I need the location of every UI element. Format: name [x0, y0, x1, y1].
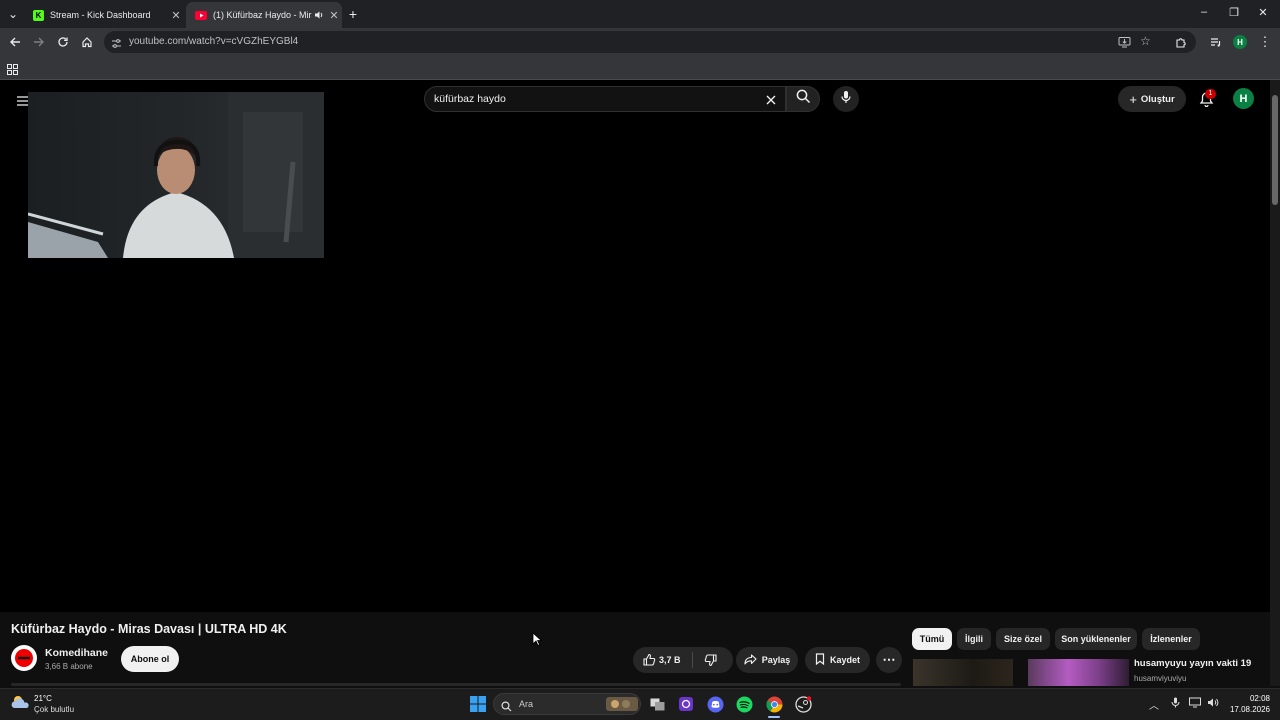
chrome-icon[interactable]	[764, 694, 784, 714]
video-title: Küfürbaz Haydo - Miras Davası | ULTRA HD…	[11, 622, 287, 636]
channel-avatar[interactable]	[11, 645, 37, 671]
description-box-edge[interactable]	[11, 683, 901, 686]
more-horizontal-icon: ⋯	[882, 652, 896, 667]
save-button[interactable]: Kaydet	[805, 647, 870, 673]
install-app-icon[interactable]	[1118, 35, 1131, 53]
bookmarks-bar	[0, 56, 1280, 80]
dislike-icon[interactable]	[704, 654, 717, 669]
active-app-indicator	[768, 716, 780, 718]
chip-for-you[interactable]: Size özel	[996, 628, 1050, 650]
url-text: youtube.com/watch?v=cVGZhEYGBl4	[129, 36, 299, 47]
browser-tab-bar: ⌄ K Stream - Kick Dashboard ✕ (1) Küfürb…	[0, 0, 1280, 28]
like-dislike-group: 3,7 B	[633, 647, 733, 673]
subscribe-button[interactable]: Abone ol	[121, 646, 179, 672]
chip-watched[interactable]: İzlenenler	[1142, 628, 1200, 650]
clock-date[interactable]: 17.08.2026	[1224, 705, 1270, 714]
microphone-icon	[840, 90, 852, 109]
voice-search-button[interactable]	[833, 86, 859, 112]
recommendation-thumbnail[interactable]	[1028, 659, 1129, 686]
restore-icon[interactable]: ❐	[1226, 6, 1242, 19]
notification-count-badge: 1	[1205, 89, 1216, 99]
search-input[interactable]: küfürbaz haydo	[424, 86, 786, 112]
search-button[interactable]	[786, 86, 820, 112]
tray-network-icon[interactable]	[1189, 697, 1201, 711]
taskbar-search-icon	[501, 699, 512, 717]
subscriber-count: 3,66 B abone	[45, 662, 93, 671]
close-tab-icon[interactable]: ✕	[168, 9, 184, 22]
chip-related[interactable]: İlgili	[957, 628, 991, 650]
forward-arrow-icon[interactable]	[31, 34, 47, 50]
extensions-icon[interactable]	[1173, 34, 1189, 50]
tab-kick-dashboard[interactable]: K Stream - Kick Dashboard ✕	[24, 2, 184, 28]
home-icon[interactable]	[79, 34, 95, 50]
recommendation-channel[interactable]: husamviyuviyu	[1134, 674, 1186, 683]
minimize-icon[interactable]: –	[1196, 6, 1212, 18]
chip-recently-uploaded[interactable]: Son yüklenenler	[1055, 628, 1137, 650]
like-icon[interactable]	[643, 653, 656, 668]
clear-search-icon[interactable]	[765, 93, 777, 111]
search-query-text: küfürbaz haydo	[434, 93, 506, 105]
reload-icon[interactable]	[55, 34, 71, 50]
task-view-icon[interactable]	[647, 694, 667, 714]
browser-menu-icon[interactable]: ⋮	[1257, 34, 1273, 50]
profile-avatar[interactable]: H	[1233, 35, 1247, 49]
kick-icon: K	[33, 9, 44, 21]
app-icon-steam[interactable]	[793, 694, 813, 714]
like-count[interactable]: 3,7 B	[659, 655, 681, 665]
apps-grid-icon[interactable]	[7, 62, 18, 80]
mouse-cursor-icon	[532, 632, 543, 651]
youtube-icon	[195, 10, 207, 20]
taskbar-search-placeholder: Ara	[519, 699, 534, 709]
create-button[interactable]: + Oluştur	[1118, 86, 1186, 112]
chip-all[interactable]: Tümü	[912, 628, 952, 650]
recommendation-thumbnail[interactable]	[913, 659, 1013, 686]
site-settings-icon[interactable]	[111, 36, 122, 54]
window-close-icon[interactable]: ✕	[1255, 6, 1271, 19]
bookmark-star-icon[interactable]: ☆	[1140, 34, 1151, 48]
like-divider	[692, 652, 693, 668]
close-tab-icon[interactable]: ✕	[326, 9, 342, 22]
plus-icon: +	[1129, 91, 1137, 107]
spotify-icon[interactable]	[734, 694, 754, 714]
webcam-overlay-image	[28, 92, 324, 258]
tab-title: Stream - Kick Dashboard	[50, 10, 151, 20]
new-tab-plus-icon[interactable]: +	[345, 6, 361, 22]
account-avatar[interactable]: H	[1233, 88, 1254, 109]
media-controls-icon[interactable]	[1208, 34, 1224, 50]
scrollbar-thumb[interactable]	[1272, 95, 1278, 205]
windows-start-icon[interactable]	[468, 694, 488, 714]
weather-description[interactable]: Çok bulutlu	[34, 705, 74, 714]
weather-temperature[interactable]: 21°C	[34, 694, 52, 703]
discord-icon[interactable]	[705, 694, 725, 714]
address-bar[interactable]: youtube.com/watch?v=cVGZhEYGBl4 ☆	[104, 31, 1196, 53]
app-icon-purple[interactable]	[676, 694, 696, 714]
taskbar-search-box[interactable]	[493, 693, 641, 715]
tray-overflow-chevron-icon[interactable]: ︿	[1149, 697, 1159, 712]
recommendation-title[interactable]: husamyuyu yayın vakti 19	[1134, 658, 1251, 669]
share-button[interactable]: Paylaş	[736, 647, 798, 673]
channel-name[interactable]: Komedihane	[45, 647, 108, 659]
share-arrow-icon	[744, 653, 757, 667]
more-actions-button[interactable]: ⋯	[876, 647, 902, 673]
weather-cloud-icon[interactable]	[10, 693, 30, 716]
search-icon	[796, 89, 811, 109]
search-highlight-image	[606, 697, 638, 716]
back-arrow-icon[interactable]	[7, 34, 23, 50]
tab-youtube-video[interactable]: (1) Küfürbaz Haydo - Miras ✕	[186, 2, 342, 28]
tray-microphone-icon[interactable]	[1171, 697, 1180, 711]
clock-time[interactable]: 02:08	[1238, 694, 1270, 703]
share-label: Paylaş	[761, 655, 791, 665]
create-label: Oluştur	[1140, 93, 1175, 105]
tab-title: (1) Küfürbaz Haydo - Miras	[213, 10, 312, 20]
tray-volume-icon[interactable]	[1207, 697, 1219, 711]
tab-search-chevron-icon[interactable]: ⌄	[5, 6, 21, 22]
save-label: Kaydet	[829, 655, 860, 665]
bookmark-icon	[815, 653, 825, 667]
speaker-icon[interactable]	[312, 10, 326, 20]
